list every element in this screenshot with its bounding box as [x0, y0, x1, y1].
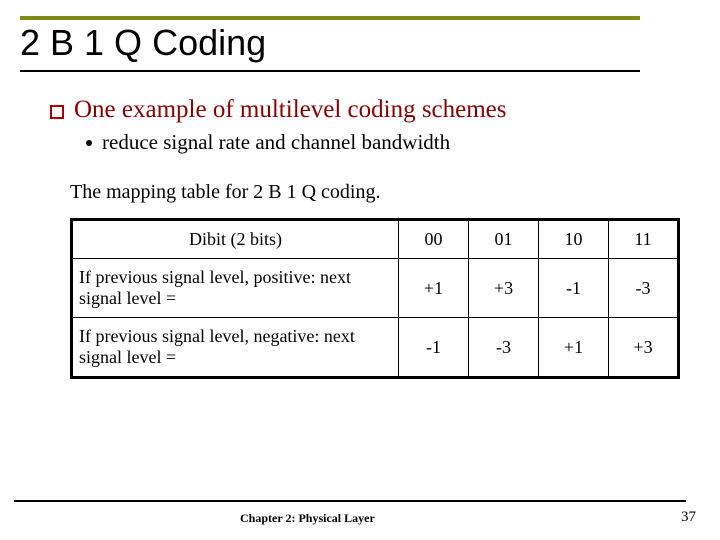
header-label: Dibit (2 bits): [72, 220, 399, 259]
header-col: 00: [399, 220, 469, 259]
content-area: One example of multilevel coding schemes…: [50, 96, 690, 379]
header-col: 01: [469, 220, 539, 259]
title-accent-bar: [20, 16, 640, 20]
bullet-main-text: One example of multilevel coding schemes: [74, 96, 507, 124]
slide: 2 B 1 Q Coding One example of multilevel…: [0, 0, 720, 540]
cell: -1: [399, 318, 469, 378]
bullet-sub-row: reduce signal rate and channel bandwidth: [86, 130, 690, 155]
header-col: 11: [609, 220, 679, 259]
bullet-main-row: One example of multilevel coding schemes: [50, 96, 690, 124]
footer-chapter: Chapter 2: Physical Layer: [240, 511, 375, 526]
mapping-table: Dibit (2 bits) 00 01 10 11 If previous s…: [70, 218, 680, 379]
table-row: Dibit (2 bits) 00 01 10 11: [72, 220, 679, 259]
table-row: If previous signal level, negative: next…: [72, 318, 679, 378]
table-caption: The mapping table for 2 B 1 Q coding.: [70, 181, 690, 204]
square-bullet-icon: [50, 105, 64, 119]
cell: +3: [609, 318, 679, 378]
cell: -3: [469, 318, 539, 378]
row-label: If previous signal level, negative: next…: [72, 318, 399, 378]
cell: +3: [469, 259, 539, 318]
cell: +1: [539, 318, 609, 378]
slide-title: 2 B 1 Q Coding: [20, 22, 266, 64]
cell: -3: [609, 259, 679, 318]
cell: +1: [399, 259, 469, 318]
header-col: 10: [539, 220, 609, 259]
page-number: 37: [681, 509, 696, 526]
title-underline: [20, 70, 640, 72]
dot-bullet-icon: [86, 140, 92, 146]
footer-divider: [14, 500, 686, 502]
row-label: If previous signal level, positive: next…: [72, 259, 399, 318]
cell: -1: [539, 259, 609, 318]
table-row: If previous signal level, positive: next…: [72, 259, 679, 318]
bullet-sub-text: reduce signal rate and channel bandwidth: [102, 130, 450, 155]
